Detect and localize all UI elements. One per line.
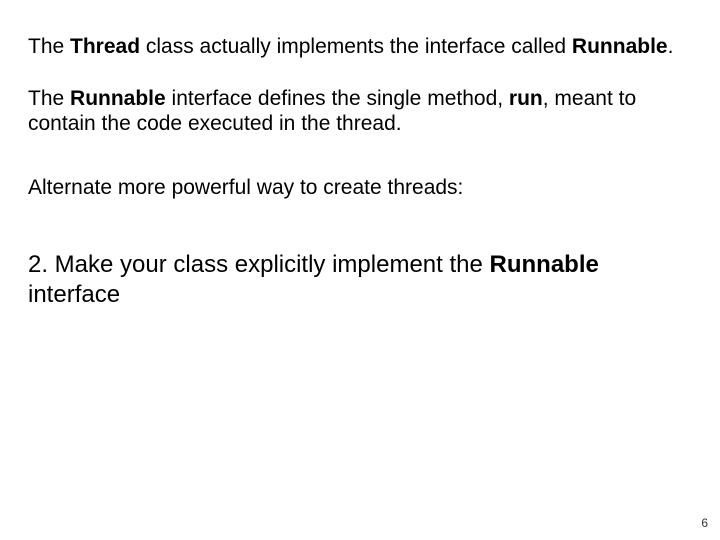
page-number: 6 (701, 516, 708, 530)
keyword-thread: Thread (70, 35, 140, 58)
text: 2. Make your class explicitly implement … (28, 251, 490, 278)
text: class actually implements the interface … (140, 35, 572, 58)
paragraph-1: The Thread class actually implements the… (28, 34, 692, 60)
keyword-runnable: Runnable (572, 35, 668, 58)
paragraph-2: The Runnable interface defines the singl… (28, 86, 692, 137)
spacer (28, 200, 692, 250)
slide: The Thread class actually implements the… (0, 0, 720, 540)
text: The (28, 87, 70, 110)
text: The (28, 35, 70, 58)
spacer (28, 60, 692, 86)
text: interface (28, 281, 120, 308)
spacer (28, 137, 692, 175)
text: interface defines the single method, (166, 87, 509, 110)
keyword-runnable: Runnable (70, 87, 166, 110)
paragraph-4: 2. Make your class explicitly implement … (28, 250, 692, 310)
keyword-runnable: Runnable (490, 251, 599, 278)
text: Alternate more powerful way to create th… (28, 176, 463, 199)
paragraph-3: Alternate more powerful way to create th… (28, 175, 692, 201)
keyword-run: run (509, 87, 543, 110)
text: . (668, 35, 674, 58)
